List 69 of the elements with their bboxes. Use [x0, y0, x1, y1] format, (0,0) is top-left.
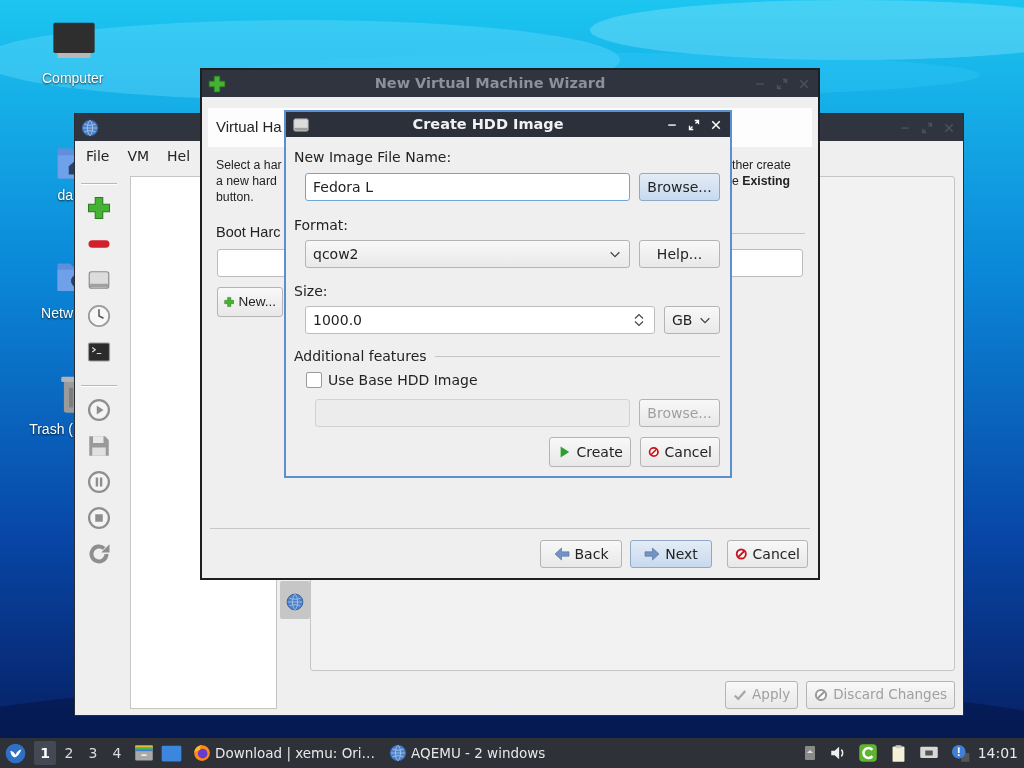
- group-label: Additional features: [294, 347, 427, 366]
- next-button[interactable]: Next: [630, 540, 712, 568]
- drive-icon: [292, 115, 310, 134]
- notification-icon[interactable]: [949, 743, 970, 763]
- globe-icon: [286, 593, 304, 611]
- format-dropdown[interactable]: qcow2: [305, 240, 630, 268]
- terminal-icon[interactable]: [87, 340, 111, 364]
- task-button[interactable]: AQEMU - 2 windows: [386, 739, 549, 767]
- drive-icon[interactable]: [87, 268, 111, 292]
- back-button[interactable]: Back: [540, 540, 622, 568]
- workspace-button[interactable]: 4: [106, 741, 128, 765]
- globe-icon: [81, 118, 99, 137]
- page-title: Virtual Ha: [216, 117, 282, 138]
- description-text: a new hard: [216, 173, 278, 189]
- description-text: Select a har: [216, 157, 283, 173]
- browse-button[interactable]: Browse...: [639, 173, 720, 201]
- reload-icon[interactable]: [87, 542, 111, 566]
- create-button[interactable]: Create: [549, 437, 631, 467]
- tab[interactable]: [280, 581, 310, 619]
- clock: 14:01: [977, 743, 1018, 763]
- menu-item[interactable]: VM: [127, 145, 150, 167]
- field-label: New Image File Name:: [294, 148, 453, 167]
- plus-icon: [208, 74, 226, 93]
- window-title: Create HDD Image: [411, 114, 565, 134]
- play-icon[interactable]: [87, 398, 111, 422]
- icon-label: da: [57, 186, 73, 204]
- browser-icon: [193, 744, 211, 762]
- globe-icon: [389, 744, 408, 762]
- workspace-button[interactable]: 1: [34, 741, 56, 765]
- task-button[interactable]: Download | xemu: Ori…: [190, 739, 379, 767]
- stop-icon[interactable]: [87, 506, 111, 530]
- pause-icon[interactable]: [87, 470, 111, 494]
- field-label: Size:: [294, 282, 329, 301]
- plus-icon: [224, 295, 235, 309]
- cancel-icon: [735, 546, 748, 562]
- floppy-icon[interactable]: [87, 434, 111, 458]
- app-logo-icon[interactable]: [857, 743, 878, 763]
- icon-label: Computer: [42, 69, 104, 87]
- close-icon[interactable]: [710, 118, 722, 131]
- menu-item[interactable]: File: [86, 145, 110, 167]
- start-menu-icon[interactable]: [5, 742, 26, 764]
- group-label: Boot Harc: [216, 223, 281, 243]
- description-text: e Existing: [732, 173, 792, 189]
- cancel-button[interactable]: Cancel: [727, 540, 808, 568]
- menu-item[interactable]: Hel: [167, 145, 191, 167]
- arrow-left-icon: [553, 546, 570, 562]
- workspace-button[interactable]: 2: [58, 741, 80, 765]
- check-icon: [733, 688, 748, 702]
- description-text: ther create: [732, 157, 792, 173]
- input-field[interactable]: Fedora L: [305, 173, 630, 201]
- plus-icon[interactable]: [87, 196, 111, 220]
- field-label: Format:: [294, 216, 350, 235]
- workspace-button[interactable]: 3: [82, 741, 104, 765]
- clock-icon[interactable]: [87, 304, 111, 328]
- arrow-right-icon: [644, 546, 661, 562]
- description-text: button.: [216, 189, 255, 205]
- unit-dropdown[interactable]: GB: [664, 306, 720, 334]
- icon-label: Netw: [41, 304, 73, 322]
- window-title: New Virtual Machine Wizard: [373, 73, 607, 93]
- cancel-icon: [814, 688, 829, 702]
- icon-label: Trash (: [29, 420, 73, 438]
- checkbox-label[interactable]: Use Base HDD Image: [328, 369, 478, 391]
- checkbox[interactable]: [306, 372, 322, 388]
- cancel-icon: [648, 444, 660, 460]
- cancel-button[interactable]: Cancel: [640, 437, 720, 467]
- size-spinbox[interactable]: 1000.0: [305, 306, 655, 334]
- new-button[interactable]: New...: [217, 287, 283, 317]
- help-button[interactable]: Help...: [639, 240, 720, 268]
- drawer-icon[interactable]: [134, 743, 154, 763]
